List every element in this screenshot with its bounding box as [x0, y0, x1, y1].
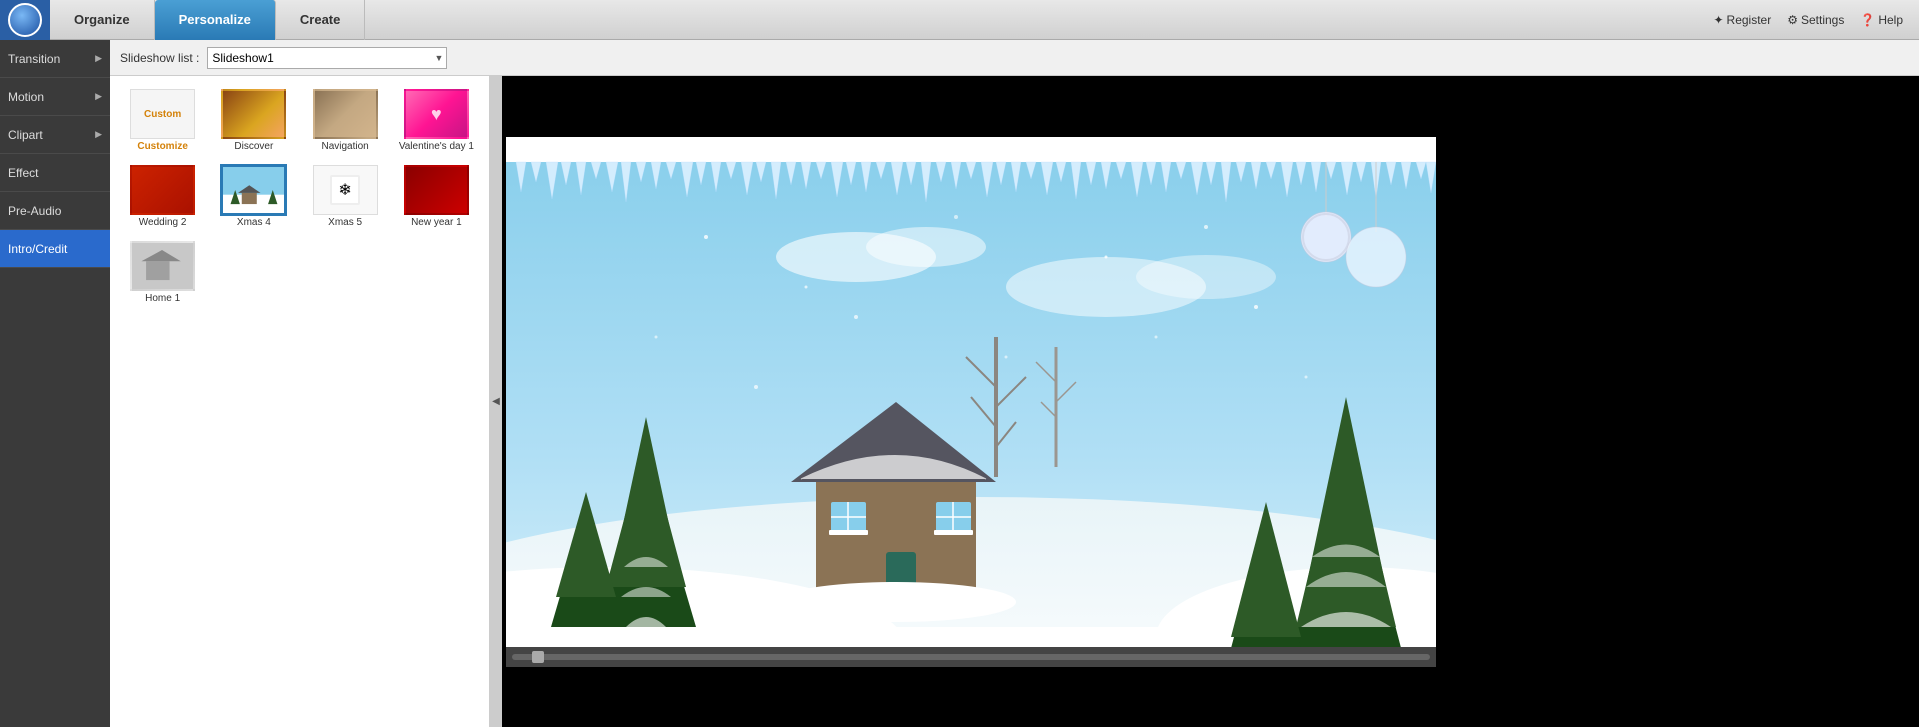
- theme-thumb-valentines: [404, 89, 469, 139]
- help-icon: ❓: [1860, 13, 1875, 27]
- sidebar-item-intro-credit[interactable]: Intro/Credit: [0, 230, 110, 268]
- tab-create[interactable]: Create: [276, 0, 365, 40]
- theme-thumb-newyear1: [404, 165, 469, 215]
- sidebar-item-effect[interactable]: Effect: [0, 154, 110, 192]
- theme-label-navigation: Navigation: [321, 141, 368, 153]
- theme-thumb-xmas5: ❄: [313, 165, 378, 215]
- register-link[interactable]: ✦ Register: [1713, 13, 1771, 27]
- slideshow-bar: Slideshow list : Slideshow1: [110, 40, 1919, 76]
- arrow-icon: ▶: [95, 91, 102, 102]
- arrow-icon: ▶: [95, 53, 102, 64]
- theme-item-wedding2[interactable]: Wedding 2: [120, 162, 205, 232]
- collapse-panel-button[interactable]: ◀: [490, 76, 502, 727]
- theme-label-newyear1: New year 1: [411, 217, 462, 229]
- sidebar-item-transition[interactable]: Transition ▶: [0, 40, 110, 78]
- content-area: Slideshow list : Slideshow1 Custom Custo…: [110, 40, 1919, 727]
- preview-area: [502, 76, 1439, 727]
- app-logo: [0, 0, 50, 40]
- theme-label-home1: Home 1: [145, 293, 180, 305]
- theme-item-xmas5[interactable]: ❄ Xmas 5: [303, 162, 388, 232]
- top-bar: Organize Personalize Create ✦ Register ⚙…: [0, 0, 1919, 40]
- sidebar-item-pre-audio[interactable]: Pre-Audio: [0, 192, 110, 230]
- scrubber-thumb[interactable]: [532, 651, 544, 663]
- slideshow-select-wrapper: Slideshow1: [207, 47, 447, 69]
- scrubber: [506, 647, 1436, 667]
- theme-thumb-discover: [221, 89, 286, 139]
- theme-label-discover: Discover: [234, 141, 273, 153]
- right-black-area: [1439, 76, 1919, 727]
- theme-thumb-navigation: [313, 89, 378, 139]
- top-right-actions: ✦ Register ⚙ Settings ❓ Help: [1713, 13, 1919, 27]
- theme-thumb-xmas4: [221, 165, 286, 215]
- main-layout: Transition ▶ Motion ▶ Clipart ▶ Effect P…: [0, 40, 1919, 727]
- theme-thumb-wedding2: [130, 165, 195, 215]
- settings-link[interactable]: ⚙ Settings: [1787, 13, 1844, 27]
- theme-item-discover[interactable]: Discover: [211, 86, 296, 156]
- sidebar-item-clipart[interactable]: Clipart ▶: [0, 116, 110, 154]
- logo-circle: [8, 3, 42, 37]
- scrubber-bar[interactable]: [512, 654, 1430, 660]
- theme-label-xmas5: Xmas 5: [328, 217, 362, 229]
- tab-organize[interactable]: Organize: [50, 0, 155, 40]
- arrow-icon: ▶: [95, 129, 102, 140]
- theme-item-valentines[interactable]: Valentine's day 1: [394, 86, 479, 156]
- theme-item-xmas4[interactable]: Xmas 4: [211, 162, 296, 232]
- theme-label-wedding2: Wedding 2: [139, 217, 187, 229]
- theme-label-valentines: Valentine's day 1: [399, 141, 474, 153]
- slideshow-select[interactable]: Slideshow1: [207, 47, 447, 69]
- theme-grid: Custom Customize Discover Navigation: [120, 86, 479, 308]
- panel-preview: Custom Customize Discover Navigation: [110, 76, 1919, 727]
- theme-item-home1[interactable]: Home 1: [120, 238, 205, 308]
- preview-scene: [506, 137, 1436, 667]
- help-link[interactable]: ❓ Help: [1860, 13, 1903, 27]
- theme-panel: Custom Customize Discover Navigation: [110, 76, 490, 727]
- preview-canvas: [506, 137, 1436, 667]
- nav-tabs: Organize Personalize Create: [50, 0, 365, 40]
- theme-thumb-home1: [130, 241, 195, 291]
- theme-label-xmas4: Xmas 4: [237, 217, 271, 229]
- theme-item-customize[interactable]: Custom Customize: [120, 86, 205, 156]
- theme-label-customize: Customize: [137, 141, 188, 153]
- tab-personalize[interactable]: Personalize: [155, 0, 276, 40]
- sidebar-item-motion[interactable]: Motion ▶: [0, 78, 110, 116]
- slideshow-list-label: Slideshow list :: [120, 51, 199, 65]
- collapse-icon: ◀: [492, 396, 500, 407]
- sidebar: Transition ▶ Motion ▶ Clipart ▶ Effect P…: [0, 40, 110, 727]
- theme-thumb-customize: Custom: [130, 89, 195, 139]
- gear-icon: ⚙: [1787, 13, 1798, 27]
- theme-item-navigation[interactable]: Navigation: [303, 86, 388, 156]
- theme-item-newyear1[interactable]: New year 1: [394, 162, 479, 232]
- register-icon: ✦: [1713, 13, 1723, 27]
